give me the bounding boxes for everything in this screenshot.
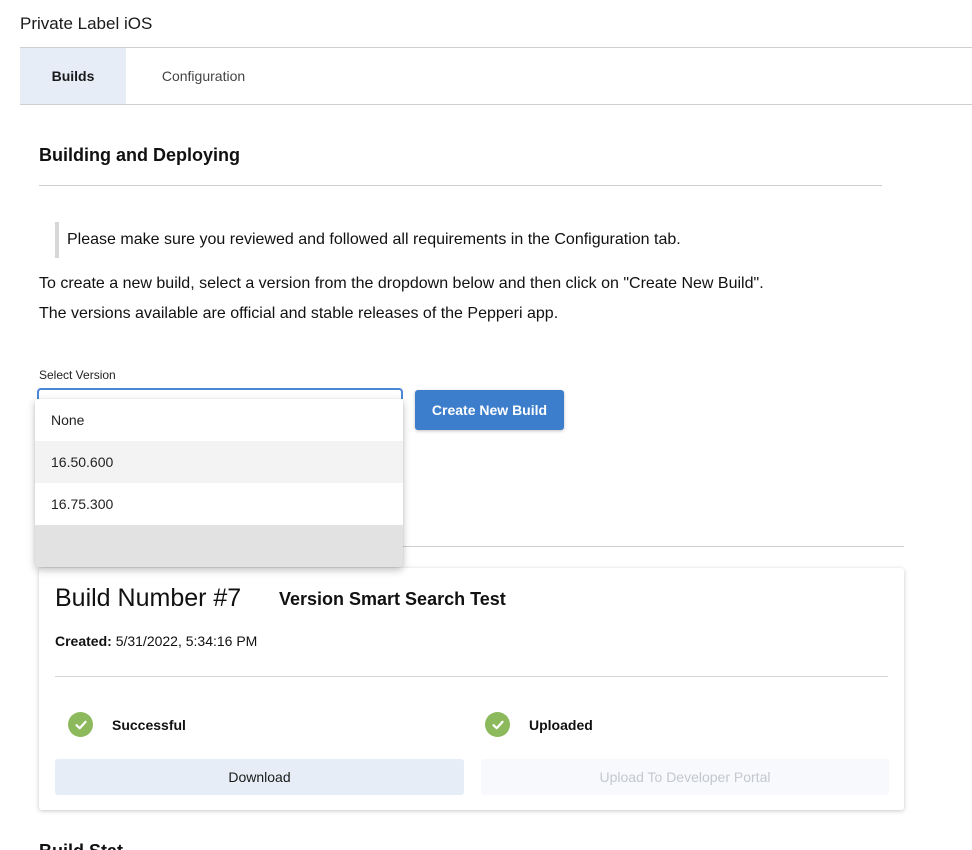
requirements-note-text: Please make sure you reviewed and follow… [67, 231, 681, 248]
dropdown-option-16-75-300[interactable]: 16.75.300 [35, 483, 403, 525]
page: Private Label iOS Builds Configuration B… [0, 0, 972, 850]
tab-bar: Builds Configuration [20, 48, 972, 105]
dropdown-option-blank[interactable] [35, 525, 403, 567]
build-status-text: Successful [112, 716, 186, 733]
upload-status: Uploaded [485, 712, 593, 737]
download-button[interactable]: Download [55, 759, 464, 795]
created-label: Created: [55, 633, 112, 649]
tab-builds[interactable]: Builds [20, 48, 126, 104]
select-version-label: Select Version [39, 368, 116, 382]
upload-status-text: Uploaded [529, 716, 593, 733]
build-created: Created: 5/31/2022, 5:34:16 PM [55, 633, 257, 649]
app-title: Private Label iOS [20, 14, 153, 33]
create-new-build-button[interactable]: Create New Build [415, 390, 564, 430]
build-card: Build Number #7 Version Smart Search Tes… [39, 568, 904, 810]
build-version: Version Smart Search Test [279, 589, 506, 609]
requirements-note: Please make sure you reviewed and follow… [55, 222, 681, 258]
card-divider [55, 676, 888, 677]
dropdown-option-none[interactable]: None [35, 399, 403, 441]
dropdown-option-16-50-600[interactable]: 16.50.600 [35, 441, 403, 483]
created-value: 5/31/2022, 5:34:16 PM [115, 633, 258, 649]
section-divider [39, 185, 882, 186]
upload-to-developer-portal-button[interactable]: Upload To Developer Portal [481, 759, 889, 795]
build-number: Build Number #7 [55, 584, 242, 612]
tab-configuration[interactable]: Configuration [126, 48, 281, 104]
build-status-section-title: Build Stat [39, 841, 123, 850]
check-circle-icon [68, 712, 93, 737]
version-dropdown-menu: None 16.50.600 16.75.300 [35, 399, 403, 567]
instructions-paragraph: To create a new build, select a version … [39, 275, 764, 292]
section-title: Building and Deploying [39, 145, 240, 165]
versions-info-paragraph: The versions available are official and … [39, 305, 559, 322]
check-circle-icon [485, 712, 510, 737]
build-status: Successful [68, 712, 186, 737]
